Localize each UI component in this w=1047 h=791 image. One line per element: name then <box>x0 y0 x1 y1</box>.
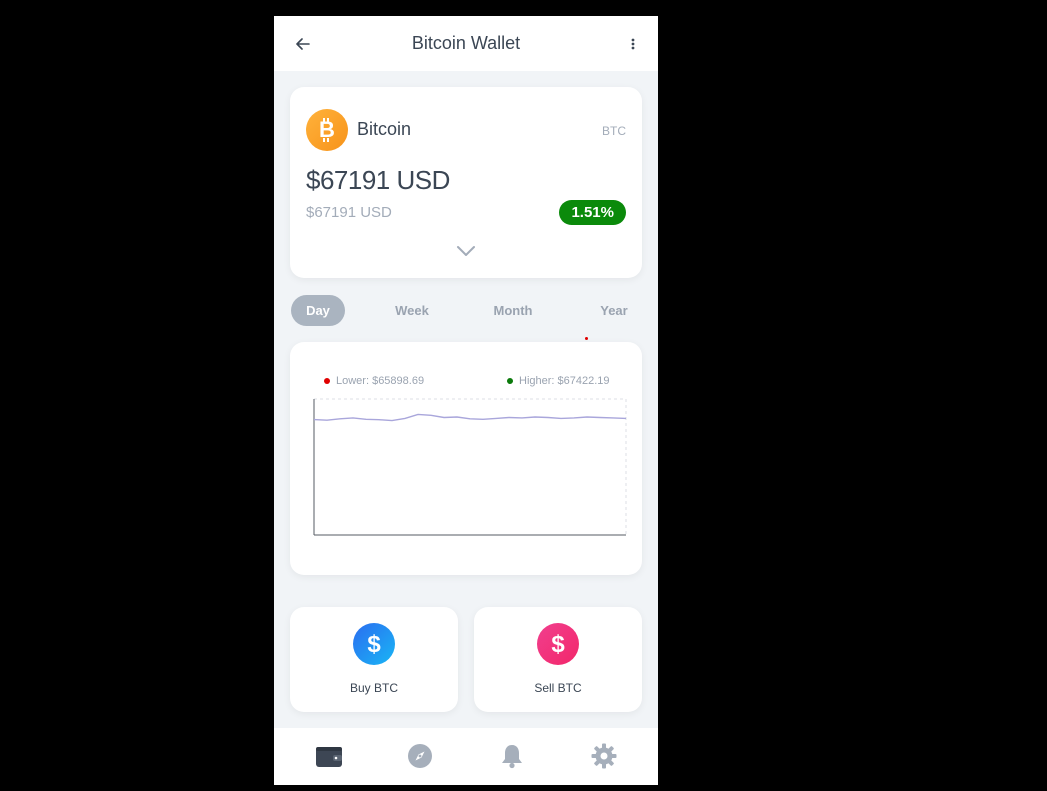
nav-explore[interactable] <box>405 741 435 771</box>
period-tabs: Day Week Month Year <box>291 295 643 326</box>
tab-month[interactable]: Month <box>486 295 540 326</box>
tab-week[interactable]: Week <box>385 295 439 326</box>
price-change-badge: 1.51% <box>559 200 626 225</box>
coin-summary-card: B Bitcoin BTC $67191 USD $67191 USD 1.51… <box>290 87 642 278</box>
bell-icon <box>502 745 522 769</box>
buy-btc-label: Buy BTC <box>349 681 398 695</box>
compass-icon <box>408 744 432 768</box>
dollar-icon: $ <box>537 623 579 665</box>
app-screen: Bitcoin Wallet B Bitcoin BTC $67191 USD … <box>274 16 658 785</box>
gear-icon <box>591 743 617 769</box>
nav-settings[interactable] <box>589 741 619 771</box>
bottom-navigation <box>274 728 658 785</box>
more-menu-button[interactable] <box>622 31 644 57</box>
coin-name: Bitcoin <box>357 119 412 139</box>
app-header: Bitcoin Wallet <box>274 16 658 71</box>
page-title: Bitcoin Wallet <box>411 33 521 53</box>
line-chart <box>313 398 627 536</box>
coin-price: $67191 USD <box>306 165 450 195</box>
wallet-icon <box>316 747 342 767</box>
nav-notifications[interactable] <box>497 741 527 771</box>
arrow-left-icon <box>296 38 310 50</box>
expand-button[interactable] <box>454 239 478 263</box>
year-indicator-dot <box>585 337 588 340</box>
chevron-down-icon <box>457 246 475 256</box>
dollar-icon: $ <box>353 623 395 665</box>
bitcoin-icon: B <box>306 109 348 151</box>
coin-price-secondary: $67191 USD <box>306 204 392 221</box>
coin-symbol: BTC <box>602 124 626 138</box>
price-line-series <box>313 413 627 422</box>
more-vertical-icon <box>631 38 635 50</box>
sell-btc-label: Sell BTC <box>534 681 582 695</box>
tab-year[interactable]: Year <box>587 295 641 326</box>
price-chart-card: Lower: $65898.69 Higher: $67422.19 <box>290 342 642 575</box>
sell-btc-button[interactable]: $ Sell BTC <box>474 607 642 712</box>
tab-day[interactable]: Day <box>291 295 345 326</box>
back-button[interactable] <box>290 31 316 57</box>
svg-text:$: $ <box>367 631 381 658</box>
svg-text:$: $ <box>551 631 565 658</box>
buy-btc-button[interactable]: $ Buy BTC <box>290 607 458 712</box>
nav-wallet[interactable] <box>314 741 344 771</box>
